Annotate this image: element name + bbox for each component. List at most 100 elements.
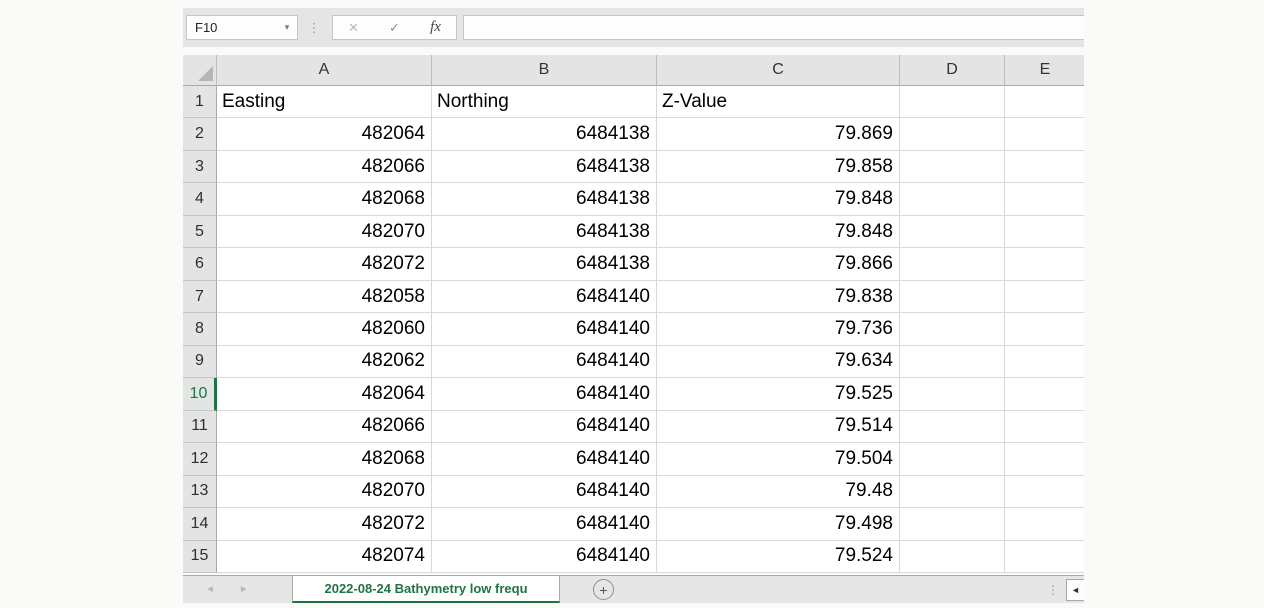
cell-A12[interactable]: 482068 <box>217 443 432 475</box>
cell-C8[interactable]: 79.736 <box>657 313 900 345</box>
cell-B13[interactable]: 6484140 <box>432 476 657 508</box>
row-header-14[interactable]: 14 <box>183 508 217 540</box>
cell-D11[interactable] <box>900 411 1005 443</box>
cell-D15[interactable] <box>900 541 1005 573</box>
cell-B4[interactable]: 6484138 <box>432 183 657 215</box>
cell-B10[interactable]: 6484140 <box>432 378 657 410</box>
cell-D14[interactable] <box>900 508 1005 540</box>
row-header-15[interactable]: 15 <box>183 541 217 573</box>
cell-A3[interactable]: 482066 <box>217 151 432 183</box>
row-header-2[interactable]: 2 <box>183 118 217 150</box>
cell-C2[interactable]: 79.869 <box>657 118 900 150</box>
cell-D2[interactable] <box>900 118 1005 150</box>
cell-C13[interactable]: 79.48 <box>657 476 900 508</box>
cell-B9[interactable]: 6484140 <box>432 346 657 378</box>
enter-entry-button[interactable]: ✓ <box>374 16 415 39</box>
name-box-dropdown-icon[interactable]: ▾ <box>277 22 297 33</box>
cell-B6[interactable]: 6484138 <box>432 248 657 280</box>
sheet-tab-active[interactable]: 2022-08-24 Bathymetry low frequ <box>292 576 560 603</box>
cell-B7[interactable]: 6484140 <box>432 281 657 313</box>
cell-E14[interactable] <box>1005 508 1084 540</box>
cell-D10[interactable] <box>900 378 1005 410</box>
row-header-8[interactable]: 8 <box>183 313 217 345</box>
cell-C10[interactable]: 79.525 <box>657 378 900 410</box>
row-header-4[interactable]: 4 <box>183 183 217 215</box>
name-box[interactable]: F10 ▾ <box>186 15 298 40</box>
cell-E7[interactable] <box>1005 281 1084 313</box>
cell-B1[interactable]: Northing <box>432 86 657 118</box>
cell-E8[interactable] <box>1005 313 1084 345</box>
cell-B12[interactable]: 6484140 <box>432 443 657 475</box>
cell-C7[interactable]: 79.838 <box>657 281 900 313</box>
cell-B11[interactable]: 6484140 <box>432 411 657 443</box>
row-header-13[interactable]: 13 <box>183 476 217 508</box>
column-header-A[interactable]: A <box>217 55 432 86</box>
cell-D7[interactable] <box>900 281 1005 313</box>
cell-E11[interactable] <box>1005 411 1084 443</box>
cell-B5[interactable]: 6484138 <box>432 216 657 248</box>
cell-C4[interactable]: 79.848 <box>657 183 900 215</box>
insert-function-button[interactable]: fx <box>415 16 456 39</box>
formula-bar-input[interactable] <box>463 15 1084 40</box>
row-header-1[interactable]: 1 <box>183 86 217 118</box>
cell-A10[interactable]: 482064 <box>217 378 432 410</box>
row-header-9[interactable]: 9 <box>183 346 217 378</box>
drag-handle-dots-icon[interactable]: ⋮ <box>306 8 322 47</box>
row-header-11[interactable]: 11 <box>183 411 217 443</box>
cell-A6[interactable]: 482072 <box>217 248 432 280</box>
cell-D6[interactable] <box>900 248 1005 280</box>
cell-C14[interactable]: 79.498 <box>657 508 900 540</box>
cell-E13[interactable] <box>1005 476 1084 508</box>
cancel-entry-button[interactable]: ✕ <box>333 16 374 39</box>
select-all-button[interactable] <box>183 55 217 86</box>
cell-E10[interactable] <box>1005 378 1084 410</box>
cell-A9[interactable]: 482062 <box>217 346 432 378</box>
cell-D5[interactable] <box>900 216 1005 248</box>
cell-A5[interactable]: 482070 <box>217 216 432 248</box>
column-header-E[interactable]: E <box>1005 55 1084 86</box>
cell-B8[interactable]: 6484140 <box>432 313 657 345</box>
cell-E12[interactable] <box>1005 443 1084 475</box>
row-header-12[interactable]: 12 <box>183 443 217 475</box>
cell-B2[interactable]: 6484138 <box>432 118 657 150</box>
cell-C9[interactable]: 79.634 <box>657 346 900 378</box>
cell-E2[interactable] <box>1005 118 1084 150</box>
cell-E1[interactable] <box>1005 86 1084 118</box>
cell-D8[interactable] <box>900 313 1005 345</box>
row-header-5[interactable]: 5 <box>183 216 217 248</box>
cell-C11[interactable]: 79.514 <box>657 411 900 443</box>
column-header-B[interactable]: B <box>432 55 657 86</box>
cell-C15[interactable]: 79.524 <box>657 541 900 573</box>
cell-A11[interactable]: 482066 <box>217 411 432 443</box>
cell-C5[interactable]: 79.848 <box>657 216 900 248</box>
row-header-7[interactable]: 7 <box>183 281 217 313</box>
cell-A1[interactable]: Easting <box>217 86 432 118</box>
cell-E6[interactable] <box>1005 248 1084 280</box>
cell-C6[interactable]: 79.866 <box>657 248 900 280</box>
column-header-C[interactable]: C <box>657 55 900 86</box>
cell-A15[interactable]: 482074 <box>217 541 432 573</box>
cell-B3[interactable]: 6484138 <box>432 151 657 183</box>
column-header-D[interactable]: D <box>900 55 1005 86</box>
cell-A4[interactable]: 482068 <box>217 183 432 215</box>
cell-A2[interactable]: 482064 <box>217 118 432 150</box>
cell-C12[interactable]: 79.504 <box>657 443 900 475</box>
cell-E3[interactable] <box>1005 151 1084 183</box>
row-header-3[interactable]: 3 <box>183 151 217 183</box>
cell-B15[interactable]: 6484140 <box>432 541 657 573</box>
add-sheet-button[interactable]: + <box>593 579 614 600</box>
cell-C3[interactable]: 79.858 <box>657 151 900 183</box>
sheet-nav-right-icon[interactable]: ► <box>239 584 249 595</box>
cell-C1[interactable]: Z-Value <box>657 86 900 118</box>
cell-A13[interactable]: 482070 <box>217 476 432 508</box>
cell-E4[interactable] <box>1005 183 1084 215</box>
cell-D1[interactable] <box>900 86 1005 118</box>
cell-D13[interactable] <box>900 476 1005 508</box>
cell-D3[interactable] <box>900 151 1005 183</box>
cell-E9[interactable] <box>1005 346 1084 378</box>
sheet-nav-left-icon[interactable]: ◄ <box>205 584 215 595</box>
row-header-10[interactable]: 10 <box>183 378 217 410</box>
cell-A14[interactable]: 482072 <box>217 508 432 540</box>
row-header-6[interactable]: 6 <box>183 248 217 280</box>
tabbar-dots-icon[interactable]: ⋮ <box>1047 576 1059 603</box>
